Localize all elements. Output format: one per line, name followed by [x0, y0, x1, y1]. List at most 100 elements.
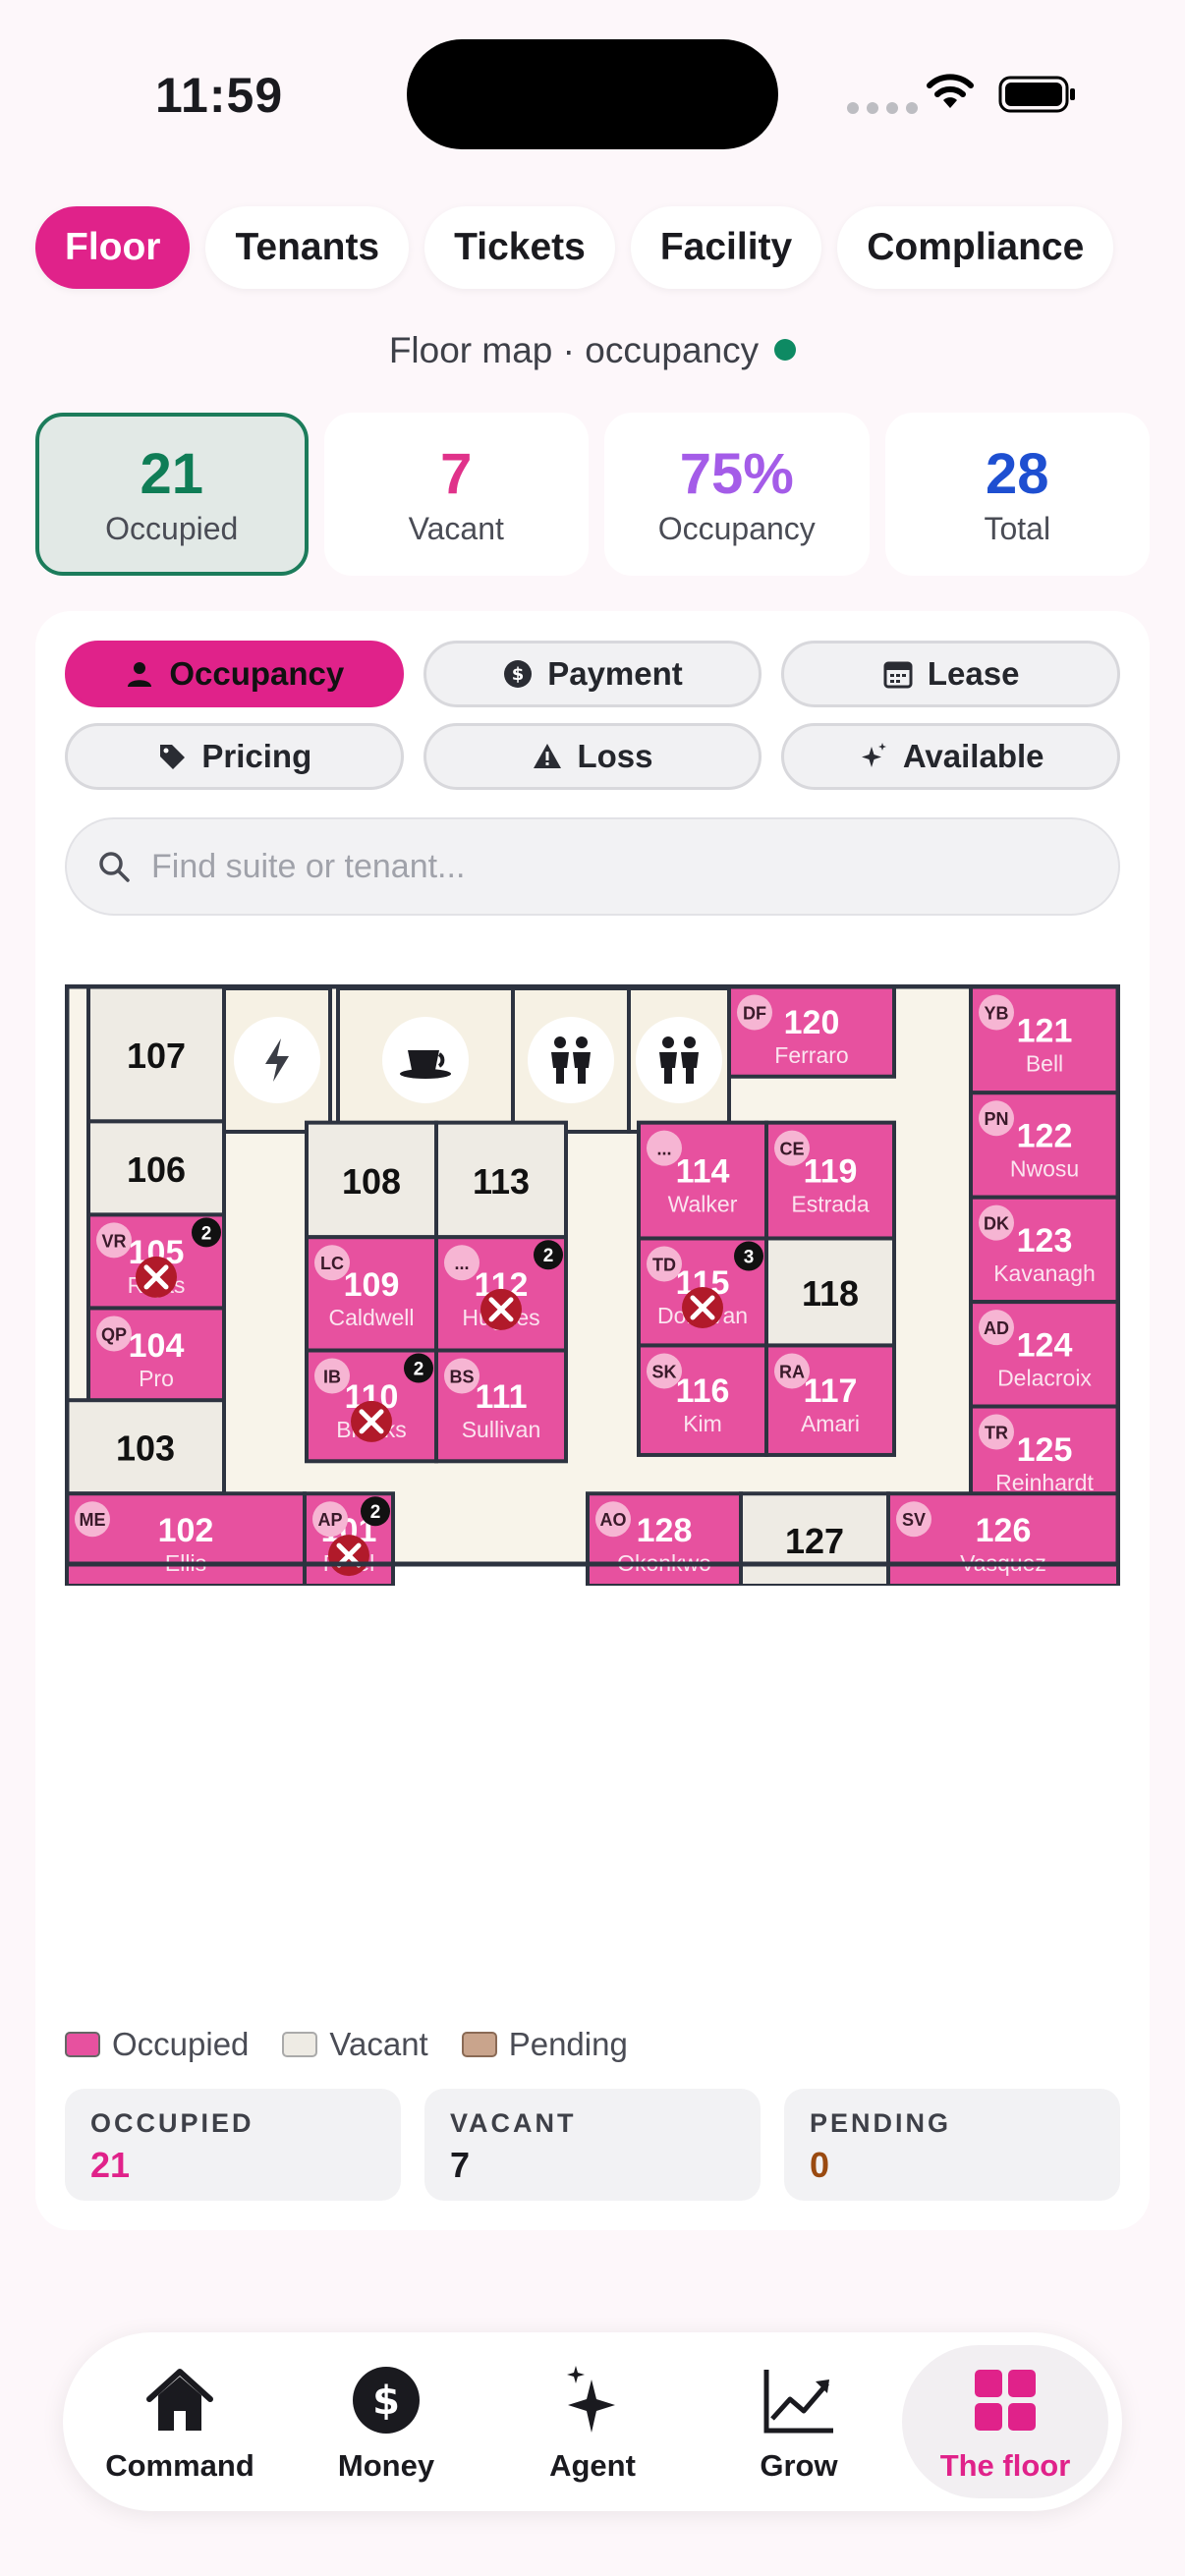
filter-pricing[interactable]: Pricing	[65, 723, 404, 790]
legend-swatch	[461, 2032, 497, 2057]
suite-104[interactable]: 104Pro QP	[86, 1306, 226, 1404]
suite-number: 111	[476, 1378, 528, 1416]
suite-115[interactable]: 115DonovanTD3	[637, 1236, 768, 1348]
stat-card-total[interactable]: 28 Total	[884, 413, 1150, 576]
map-legend: Occupied Vacant Pending	[65, 2026, 628, 2063]
tenant-initials: BS	[449, 1368, 474, 1387]
stat-value: 21	[140, 441, 203, 506]
suite-120[interactable]: 120Ferraro DF	[727, 984, 896, 1079]
suite-number: 128	[637, 1512, 693, 1549]
suite-122[interactable]: 122Nwosu PN	[969, 1091, 1120, 1200]
suite-number: 121	[1017, 1012, 1073, 1049]
filter-loss[interactable]: Loss	[423, 723, 762, 790]
tenant-initials: CE	[779, 1140, 804, 1159]
amenity-layer	[222, 986, 731, 1134]
tenant-initials: QP	[101, 1324, 127, 1344]
suite-number: 119	[804, 1153, 858, 1191]
suite-127[interactable]: 127	[739, 1491, 890, 1586]
tab-tenants[interactable]: Tenants	[205, 206, 410, 289]
suite-112[interactable]: 112Hughes...2	[434, 1235, 568, 1353]
nav-money[interactable]: $ Money	[283, 2345, 489, 2498]
search-input[interactable]	[151, 847, 1036, 886]
stat-card-occupied[interactable]: 21 Occupied	[35, 413, 309, 576]
stat-card-vacant[interactable]: 7 Vacant	[323, 413, 589, 576]
suite-106[interactable]: 106	[86, 1119, 226, 1217]
tenant-initials: SK	[651, 1362, 676, 1381]
tenant-initials: ME	[80, 1510, 106, 1530]
stat-cards: 21 Occupied 7 Vacant 75% Occupancy 28 To…	[35, 413, 1150, 576]
suite-119[interactable]: 119Estrada CE	[764, 1120, 896, 1241]
tab-floor[interactable]: Floor	[35, 206, 191, 289]
suite-118[interactable]: 118	[764, 1236, 896, 1348]
tab-tickets[interactable]: Tickets	[424, 206, 615, 289]
stat-value: 28	[985, 441, 1049, 506]
suite-tenant: Walker	[668, 1192, 738, 1217]
suite-124[interactable]: 124Delacroix AD	[969, 1300, 1120, 1409]
suite-123[interactable]: 123Kavanagh DK	[969, 1195, 1120, 1305]
suite-109[interactable]: 109Caldwell LC	[305, 1235, 438, 1353]
filter-payment[interactable]: $ Payment	[423, 641, 762, 707]
svg-text:$: $	[372, 2379, 400, 2424]
section-tabs: Floor Tenants Tickets Facility Complianc…	[35, 206, 1114, 289]
tenant-initials: RA	[779, 1362, 805, 1381]
ticket-count: 2	[370, 1502, 381, 1523]
floor-map: 107106105RojasVR2104ProQP103102EllisME10…	[65, 984, 1120, 1586]
status-time: 11:59	[155, 68, 284, 123]
coffee-icon	[336, 986, 515, 1134]
filter-lease[interactable]: Lease	[781, 641, 1120, 707]
nav-command[interactable]: Command	[77, 2345, 283, 2498]
nav-agent[interactable]: Agent	[489, 2345, 696, 2498]
nav-the-floor[interactable]: The floor	[902, 2345, 1108, 2498]
legend-swatch	[65, 2032, 100, 2057]
suite-117[interactable]: 117Amari RA	[764, 1343, 896, 1457]
suite-128[interactable]: 128OkonkwoAO	[586, 1491, 743, 1586]
tab-facility[interactable]: Facility	[630, 206, 822, 289]
stat-card-occupancy[interactable]: 75% Occupancy	[604, 413, 870, 576]
suite-number: 127	[785, 1521, 844, 1561]
nav-grow[interactable]: Grow	[696, 2345, 902, 2498]
tab-compliance[interactable]: Compliance	[837, 206, 1114, 289]
suite-tenant: Ferraro	[774, 1042, 848, 1068]
bottom-nav: Command $ Money Agent Grow The floor	[63, 2332, 1122, 2511]
calendar-icon	[883, 661, 913, 689]
suite-number: 113	[473, 1161, 530, 1202]
summary-row: OCCUPIED 21 VACANT 7 PENDING 0	[65, 2089, 1120, 2201]
legend-swatch	[282, 2032, 318, 2057]
suite-tenant: Estrada	[791, 1192, 869, 1217]
suite-111[interactable]: 111Sullivan BS	[434, 1348, 568, 1464]
suite-113[interactable]: 113	[434, 1120, 568, 1240]
suite-101[interactable]: 101PatelAP2	[303, 1491, 395, 1586]
dynamic-island	[407, 39, 778, 149]
suite-102[interactable]: 102EllisME	[65, 1491, 307, 1586]
suite-number: 109	[344, 1266, 400, 1304]
wrench-icon	[682, 1286, 723, 1328]
suite-number: 114	[676, 1153, 730, 1191]
suite-tenant: Sullivan	[462, 1417, 541, 1442]
suite-114[interactable]: 114Walker...	[637, 1120, 768, 1241]
filter-available[interactable]: Available	[781, 723, 1120, 790]
suite-number: 102	[158, 1512, 214, 1549]
suite-105[interactable]: 105RojasVR2	[86, 1212, 226, 1311]
suite-116[interactable]: 116Kim SK	[637, 1343, 768, 1457]
home-icon	[146, 2369, 213, 2431]
tenant-initials: SV	[902, 1510, 926, 1530]
floor-panel: Occupancy $ Payment Lease Pricing Loss A…	[35, 611, 1150, 2230]
stat-label: Total	[984, 510, 1051, 546]
stat-label: Vacant	[408, 510, 504, 546]
summary-pending: PENDING 0	[784, 2089, 1120, 2201]
suite-number: 108	[342, 1161, 401, 1202]
wrench-icon	[328, 1535, 369, 1577]
restroom-icon	[627, 986, 731, 1134]
suite-107[interactable]: 107	[86, 984, 226, 1124]
suite-number: 126	[976, 1512, 1032, 1549]
suite-tenant: Pro	[139, 1366, 174, 1391]
suite-110[interactable]: 110BrooksIB2	[305, 1348, 438, 1464]
filter-occupancy[interactable]: Occupancy	[65, 641, 404, 707]
suite-103[interactable]: 103	[65, 1398, 226, 1496]
search-bar[interactable]	[65, 817, 1120, 916]
suite-108[interactable]: 108	[305, 1120, 438, 1240]
ticket-count: 2	[201, 1223, 212, 1244]
suite-121[interactable]: 121Bell YB	[969, 984, 1120, 1095]
suite-126[interactable]: 126VasquezSV	[886, 1491, 1120, 1586]
chart-icon	[763, 2370, 833, 2434]
